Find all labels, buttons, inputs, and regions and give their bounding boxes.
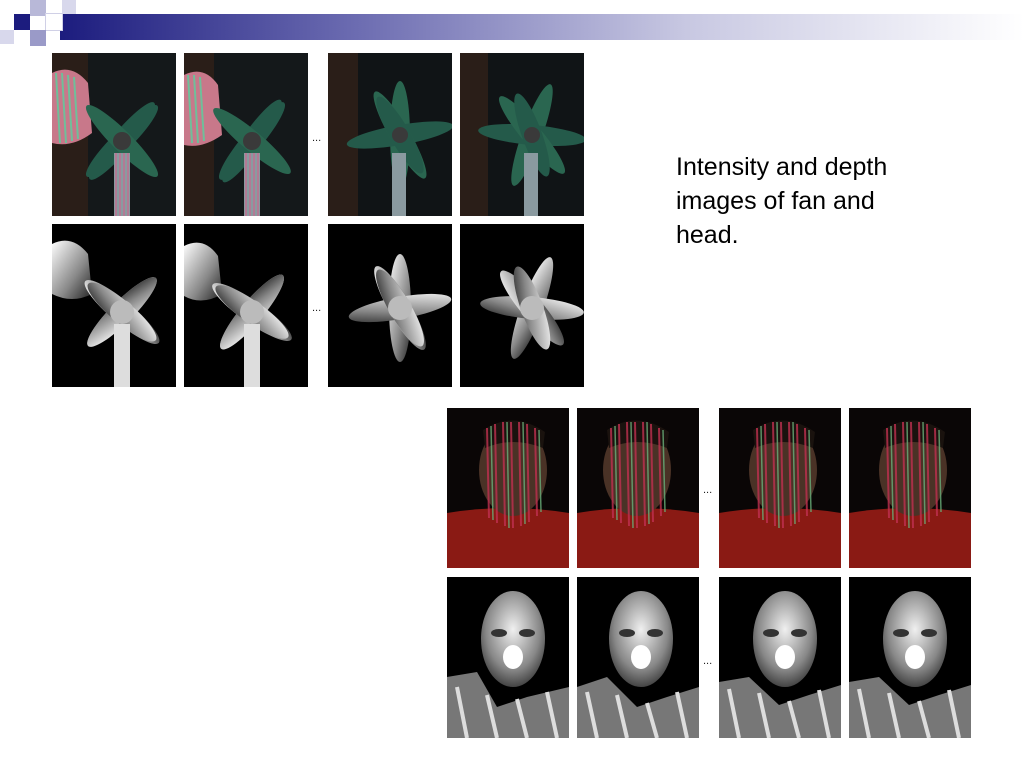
decorative-square [30,0,46,16]
head-depth-image [719,577,841,738]
head-intensity-image [577,408,699,568]
head-depth-image [577,577,699,738]
fan-depth-image [52,224,176,387]
ellipsis: ... [312,132,322,144]
decorative-square [14,14,30,30]
fan-intensity-image [184,53,308,216]
decorative-square [0,30,14,44]
decorative-square [45,13,63,31]
fan-depth-image [328,224,452,387]
fan-depth-image [460,224,584,387]
head-intensity-image [447,408,569,568]
head-depth-image [849,577,971,738]
decorative-square [62,0,76,14]
fan-depth-image [184,224,308,387]
fan-intensity-image [460,53,584,216]
title-bar-decoration [60,14,1024,40]
head-depth-image [447,577,569,738]
fan-intensity-image [52,53,176,216]
fan-intensity-image [328,53,452,216]
ellipsis: ... [312,302,322,314]
ellipsis: ... [703,655,713,667]
ellipsis: ... [703,484,713,496]
decorative-square [30,30,46,46]
head-intensity-image [719,408,841,568]
slide-caption: Intensity and depth images of fan and he… [676,153,888,249]
head-intensity-image [849,408,971,568]
